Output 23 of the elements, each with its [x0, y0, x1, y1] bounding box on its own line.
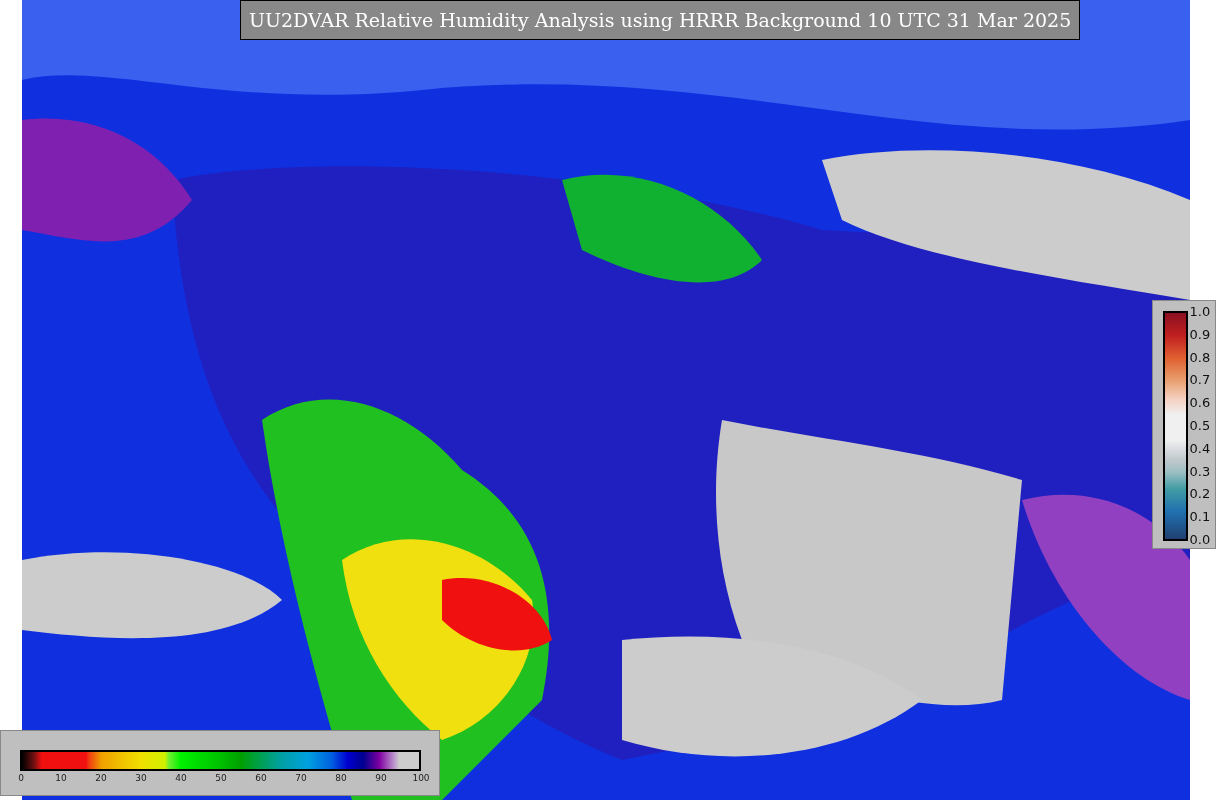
tick-label: 40 [175, 772, 187, 784]
tick-label: 0.5 [1189, 419, 1211, 433]
tick-label: 0.3 [1189, 464, 1211, 479]
tick-label: 90 [375, 772, 387, 784]
tick-label: 60 [255, 772, 267, 784]
tick-label: 0.0 [1189, 533, 1211, 547]
tick-label: 0.1 [1189, 510, 1211, 525]
map-title: UU2DVAR Relative Humidity Analysis using HRRR Background 10 UTC 31 Mar 2025 [240, 0, 1081, 40]
tick-label: 0 [18, 772, 24, 784]
tick-label: 20 [95, 772, 107, 784]
tick-label: 0.7 [1189, 373, 1211, 388]
tick-label: 0.6 [1189, 396, 1211, 411]
tick-label: 1.0 [1189, 305, 1211, 319]
tick-label: 50 [215, 772, 227, 784]
tick-label: 100 [412, 772, 430, 784]
tick-label: 10 [55, 772, 67, 784]
tick-label: 30 [135, 772, 147, 784]
tick-label: 0.9 [1189, 327, 1211, 342]
tick-label: 0.2 [1189, 487, 1211, 502]
tick-label: 80 [335, 772, 347, 784]
tick-label: 0.4 [1189, 441, 1211, 456]
tick-label: 70 [295, 772, 307, 784]
tick-label: 0.8 [1189, 350, 1211, 365]
